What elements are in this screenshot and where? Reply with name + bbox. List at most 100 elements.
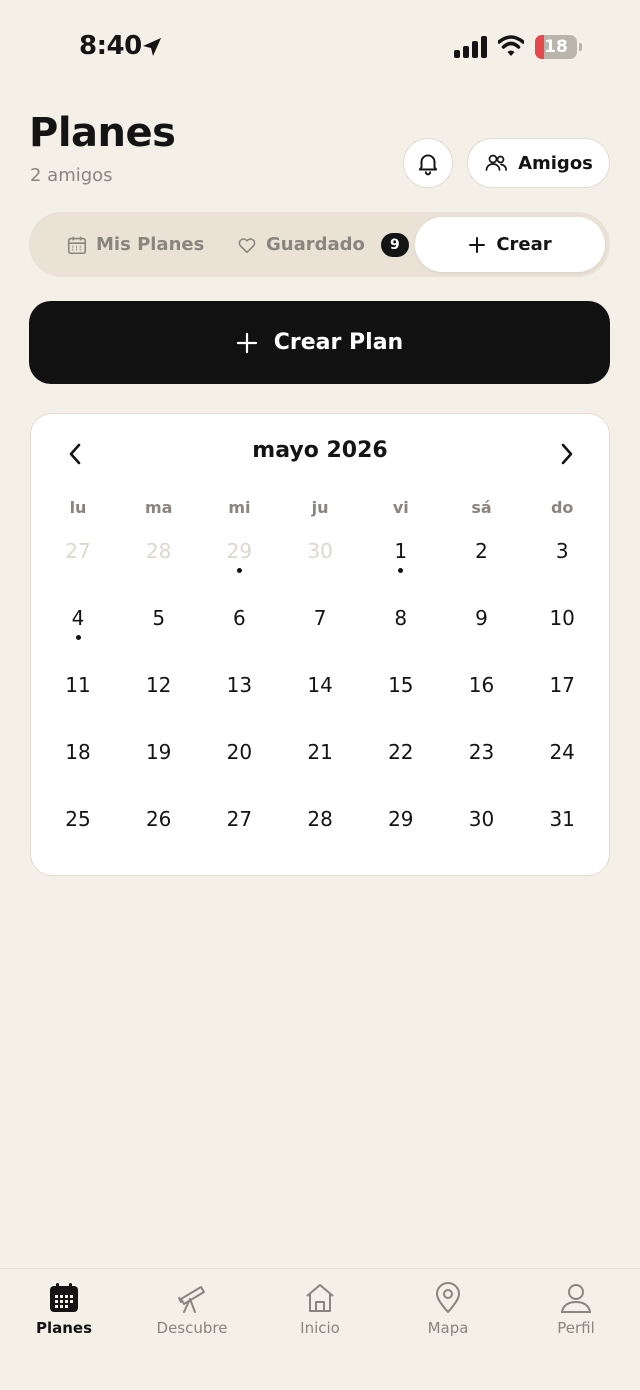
friends-button[interactable]: Amigos xyxy=(467,138,610,188)
telescope-icon xyxy=(178,1286,205,1313)
tab-inicio[interactable]: Inicio xyxy=(256,1281,384,1341)
tab-perfil[interactable]: Perfil xyxy=(512,1281,640,1341)
saved-count-badge: 9 xyxy=(380,232,409,257)
calendar-day-number: 31 xyxy=(549,807,575,831)
calendar-day-number: 17 xyxy=(549,673,575,697)
calendar-day[interactable]: 18 xyxy=(38,739,118,799)
wifi-icon xyxy=(498,35,524,56)
calendar-day[interactable]: 27 xyxy=(199,806,279,866)
event-dot-indicator xyxy=(236,568,242,573)
calendar-day[interactable]: 1 xyxy=(361,538,441,598)
calendar-day-number: 12 xyxy=(145,673,172,697)
calendar-month-label: mayo 2026 xyxy=(252,438,388,463)
calendar-day-number: 14 xyxy=(307,673,333,697)
tab-perfil-label: Perfil xyxy=(557,1319,595,1337)
users-icon xyxy=(485,154,507,171)
calendar-day[interactable]: 29 xyxy=(361,806,441,866)
calendar-day-number: 24 xyxy=(549,740,575,764)
calendar-day-number: 6 xyxy=(233,606,246,630)
status-time: 8:40 xyxy=(79,31,142,61)
bell-icon xyxy=(418,154,438,176)
calendar-day[interactable]: 28 xyxy=(119,538,199,598)
tab-bar: Planes Descubre Inicio Mapa Perfil xyxy=(0,1268,640,1390)
calendar-day[interactable]: 7 xyxy=(280,605,360,665)
calendar-day[interactable]: 6 xyxy=(199,605,279,665)
calendar-day[interactable]: 30 xyxy=(442,806,522,866)
calendar-day[interactable]: 26 xyxy=(119,806,199,866)
calendar-day-number: 28 xyxy=(145,539,172,563)
calendar-day-number: 13 xyxy=(226,673,253,697)
calendar-day-number: 25 xyxy=(65,807,91,831)
event-dot-indicator xyxy=(75,635,81,640)
calendar-day[interactable]: 30 xyxy=(280,538,360,598)
calendar-day-number: 28 xyxy=(307,807,333,831)
calendar-grid: 27 28 29 30 1 2 3 4 5 6 7 8 9 10 11 12 13 14 15 16 17 18 19 20 2… xyxy=(38,538,603,873)
calendar-day[interactable]: 22 xyxy=(361,739,441,799)
calendar-day-number: 1 xyxy=(394,539,408,563)
weekday-label: ju xyxy=(311,498,329,517)
calendar-day[interactable]: 9 xyxy=(442,605,522,665)
status-bar: 8:40 18 xyxy=(0,0,640,95)
next-month-button[interactable] xyxy=(553,439,581,469)
calendar-day[interactable]: 5 xyxy=(119,605,199,665)
calendar-day[interactable]: 24 xyxy=(522,739,602,799)
weekday-label: vi xyxy=(392,498,409,517)
tab-mapa[interactable]: Mapa xyxy=(384,1281,512,1341)
tab-inicio-label: Inicio xyxy=(300,1319,340,1337)
map-pin-icon xyxy=(436,1282,460,1313)
notifications-button[interactable] xyxy=(403,138,453,188)
tab-guardado-label: Guardado xyxy=(266,234,365,255)
calendar-day-number: 15 xyxy=(388,673,414,697)
calendar-day-number: 3 xyxy=(555,539,569,563)
calendar-day-number: 9 xyxy=(475,606,488,630)
home-icon xyxy=(306,1284,334,1312)
calendar-day[interactable]: 13 xyxy=(199,672,279,732)
weekday-label: sá xyxy=(471,498,492,517)
page-title: Planes xyxy=(29,110,176,156)
tab-descubre[interactable]: Descubre xyxy=(128,1281,256,1341)
calendar-day[interactable]: 10 xyxy=(522,605,602,665)
calendar-day[interactable]: 4 xyxy=(38,605,118,665)
calendar-day[interactable]: 15 xyxy=(361,672,441,732)
calendar-day-number: 27 xyxy=(226,807,253,831)
calendar-day[interactable]: 14 xyxy=(280,672,360,732)
calendar-day-number: 19 xyxy=(145,740,172,764)
calendar-day[interactable]: 21 xyxy=(280,739,360,799)
tab-crear[interactable]: Crear xyxy=(415,217,605,272)
calendar-day[interactable]: 11 xyxy=(38,672,118,732)
weekday-label: mi xyxy=(228,498,251,517)
calendar-day-number: 5 xyxy=(152,606,166,630)
calendar-day[interactable]: 23 xyxy=(442,739,522,799)
battery-indicator: 18 xyxy=(535,35,583,59)
calendar-day-number: 2 xyxy=(475,539,488,563)
calendar-day[interactable]: 17 xyxy=(522,672,602,732)
tab-planes-label: Planes xyxy=(35,1319,93,1337)
friends-count: 2 amigos xyxy=(30,165,113,186)
calendar-day[interactable]: 31 xyxy=(522,806,602,866)
calendar-day-number: 10 xyxy=(549,606,575,630)
calendar-day[interactable]: 12 xyxy=(119,672,199,732)
tab-planes[interactable]: Planes xyxy=(0,1281,128,1341)
calendar-day[interactable]: 20 xyxy=(199,739,279,799)
calendar-day-number: 30 xyxy=(468,807,495,831)
calendar-day[interactable]: 27 xyxy=(38,538,118,598)
calendar-day[interactable]: 19 xyxy=(119,739,199,799)
calendar-day-number: 21 xyxy=(307,740,333,764)
weekday-label: ma xyxy=(144,498,173,517)
calendar-day[interactable]: 29 xyxy=(199,538,279,598)
event-dot-indicator xyxy=(398,568,404,573)
signal-icon xyxy=(454,36,487,58)
tab-descubre-label: Descubre xyxy=(156,1319,228,1337)
tab-mis-planes[interactable]: Mis Planes xyxy=(66,212,204,277)
calendar-day-number: 18 xyxy=(65,740,91,764)
heart-icon xyxy=(238,237,256,253)
calendar-day[interactable]: 2 xyxy=(442,538,522,598)
tab-guardado[interactable]: Guardado 9 xyxy=(236,212,409,277)
create-plan-button[interactable]: Crear Plan xyxy=(29,301,610,384)
calendar-day[interactable]: 16 xyxy=(442,672,522,732)
calendar-day[interactable]: 8 xyxy=(361,605,441,665)
calendar-day-number: 27 xyxy=(65,539,91,563)
calendar-day[interactable]: 25 xyxy=(38,806,118,866)
calendar-day[interactable]: 3 xyxy=(522,538,602,598)
calendar-day[interactable]: 28 xyxy=(280,806,360,866)
